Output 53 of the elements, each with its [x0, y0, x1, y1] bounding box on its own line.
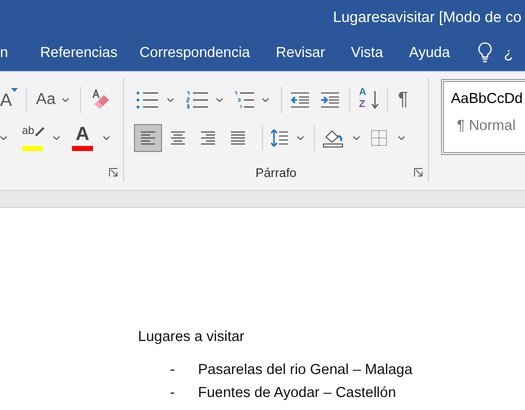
increase-indent-icon[interactable] — [321, 92, 339, 108]
ribbon-tab[interactable]: Revisar — [264, 38, 338, 68]
show-marks-button[interactable]: ¶ — [398, 89, 408, 111]
chevron-icon[interactable] — [353, 136, 360, 140]
list-dash: - — [169, 384, 176, 400]
chevron-icon[interactable] — [62, 98, 69, 102]
chevron-icon[interactable] — [167, 98, 174, 102]
chevron-icon[interactable] — [297, 136, 304, 140]
eraser-icon[interactable] — [90, 89, 110, 111]
chevron-icon[interactable] — [262, 98, 269, 102]
window-title: Lugaresavisitar [Modo de co — [333, 9, 522, 26]
ribbon-tab[interactable]: Referencias — [28, 38, 130, 68]
chevron-icon[interactable] — [0, 136, 7, 140]
chevron-icon[interactable] — [398, 136, 405, 140]
chevron-icon[interactable] — [53, 136, 60, 140]
group-label: Párrafo — [256, 166, 296, 180]
ribbon-tab[interactable]: n — [0, 38, 8, 68]
style-sample: AaBbCcDd — [451, 91, 524, 107]
down-arrow-icon — [371, 91, 379, 109]
list-dash: - — [169, 362, 176, 378]
align-center-icon — [171, 131, 185, 145]
change-case-button[interactable]: Aa — [36, 91, 56, 109]
ribbon-tab[interactable]: Correspondencia — [127, 38, 262, 68]
borders-icon[interactable] — [371, 130, 387, 146]
style-gallery-item[interactable]: AaBbCcDd ¶ Normal — [441, 79, 525, 155]
font-color-button[interactable]: A — [72, 125, 93, 151]
highlight-button[interactable]: ab — [22, 125, 43, 151]
multilevel-list-icon[interactable] — [234, 91, 254, 109]
align-right-icon — [201, 131, 215, 145]
tell-me-field[interactable]: ¿ — [504, 44, 514, 62]
sort-button[interactable]: A Z — [359, 88, 379, 112]
grow-font-button[interactable]: A — [0, 90, 14, 110]
lightbulb-icon[interactable] — [478, 42, 492, 64]
align-justify-icon — [231, 131, 245, 145]
list-item: Fuentes de Ayodar – Castellón — [198, 384, 396, 400]
pen-icon — [33, 125, 45, 137]
document-heading: Lugares a visitar — [138, 329, 246, 345]
dialog-launcher-icon[interactable] — [109, 168, 118, 177]
numbered-list-icon[interactable] — [186, 91, 208, 109]
triangle-icon — [11, 88, 18, 92]
ribbon-tab[interactable]: Ayuda — [397, 38, 462, 68]
shading-icon[interactable] — [323, 128, 344, 148]
decrease-indent-icon[interactable] — [291, 92, 309, 108]
ribbon-tab[interactable]: Vista — [339, 38, 396, 68]
align-left-button[interactable] — [134, 124, 162, 152]
align-left-icon — [141, 131, 155, 145]
list-item: Pasarelas del rio Genal – Malaga — [198, 362, 412, 378]
dialog-launcher-icon[interactable] — [414, 168, 423, 177]
style-name: ¶ Normal — [457, 118, 517, 134]
chevron-icon[interactable] — [103, 136, 110, 140]
line-spacing-icon[interactable] — [271, 128, 288, 148]
chevron-icon[interactable] — [216, 98, 223, 102]
bullet-list-icon[interactable] — [136, 91, 158, 109]
